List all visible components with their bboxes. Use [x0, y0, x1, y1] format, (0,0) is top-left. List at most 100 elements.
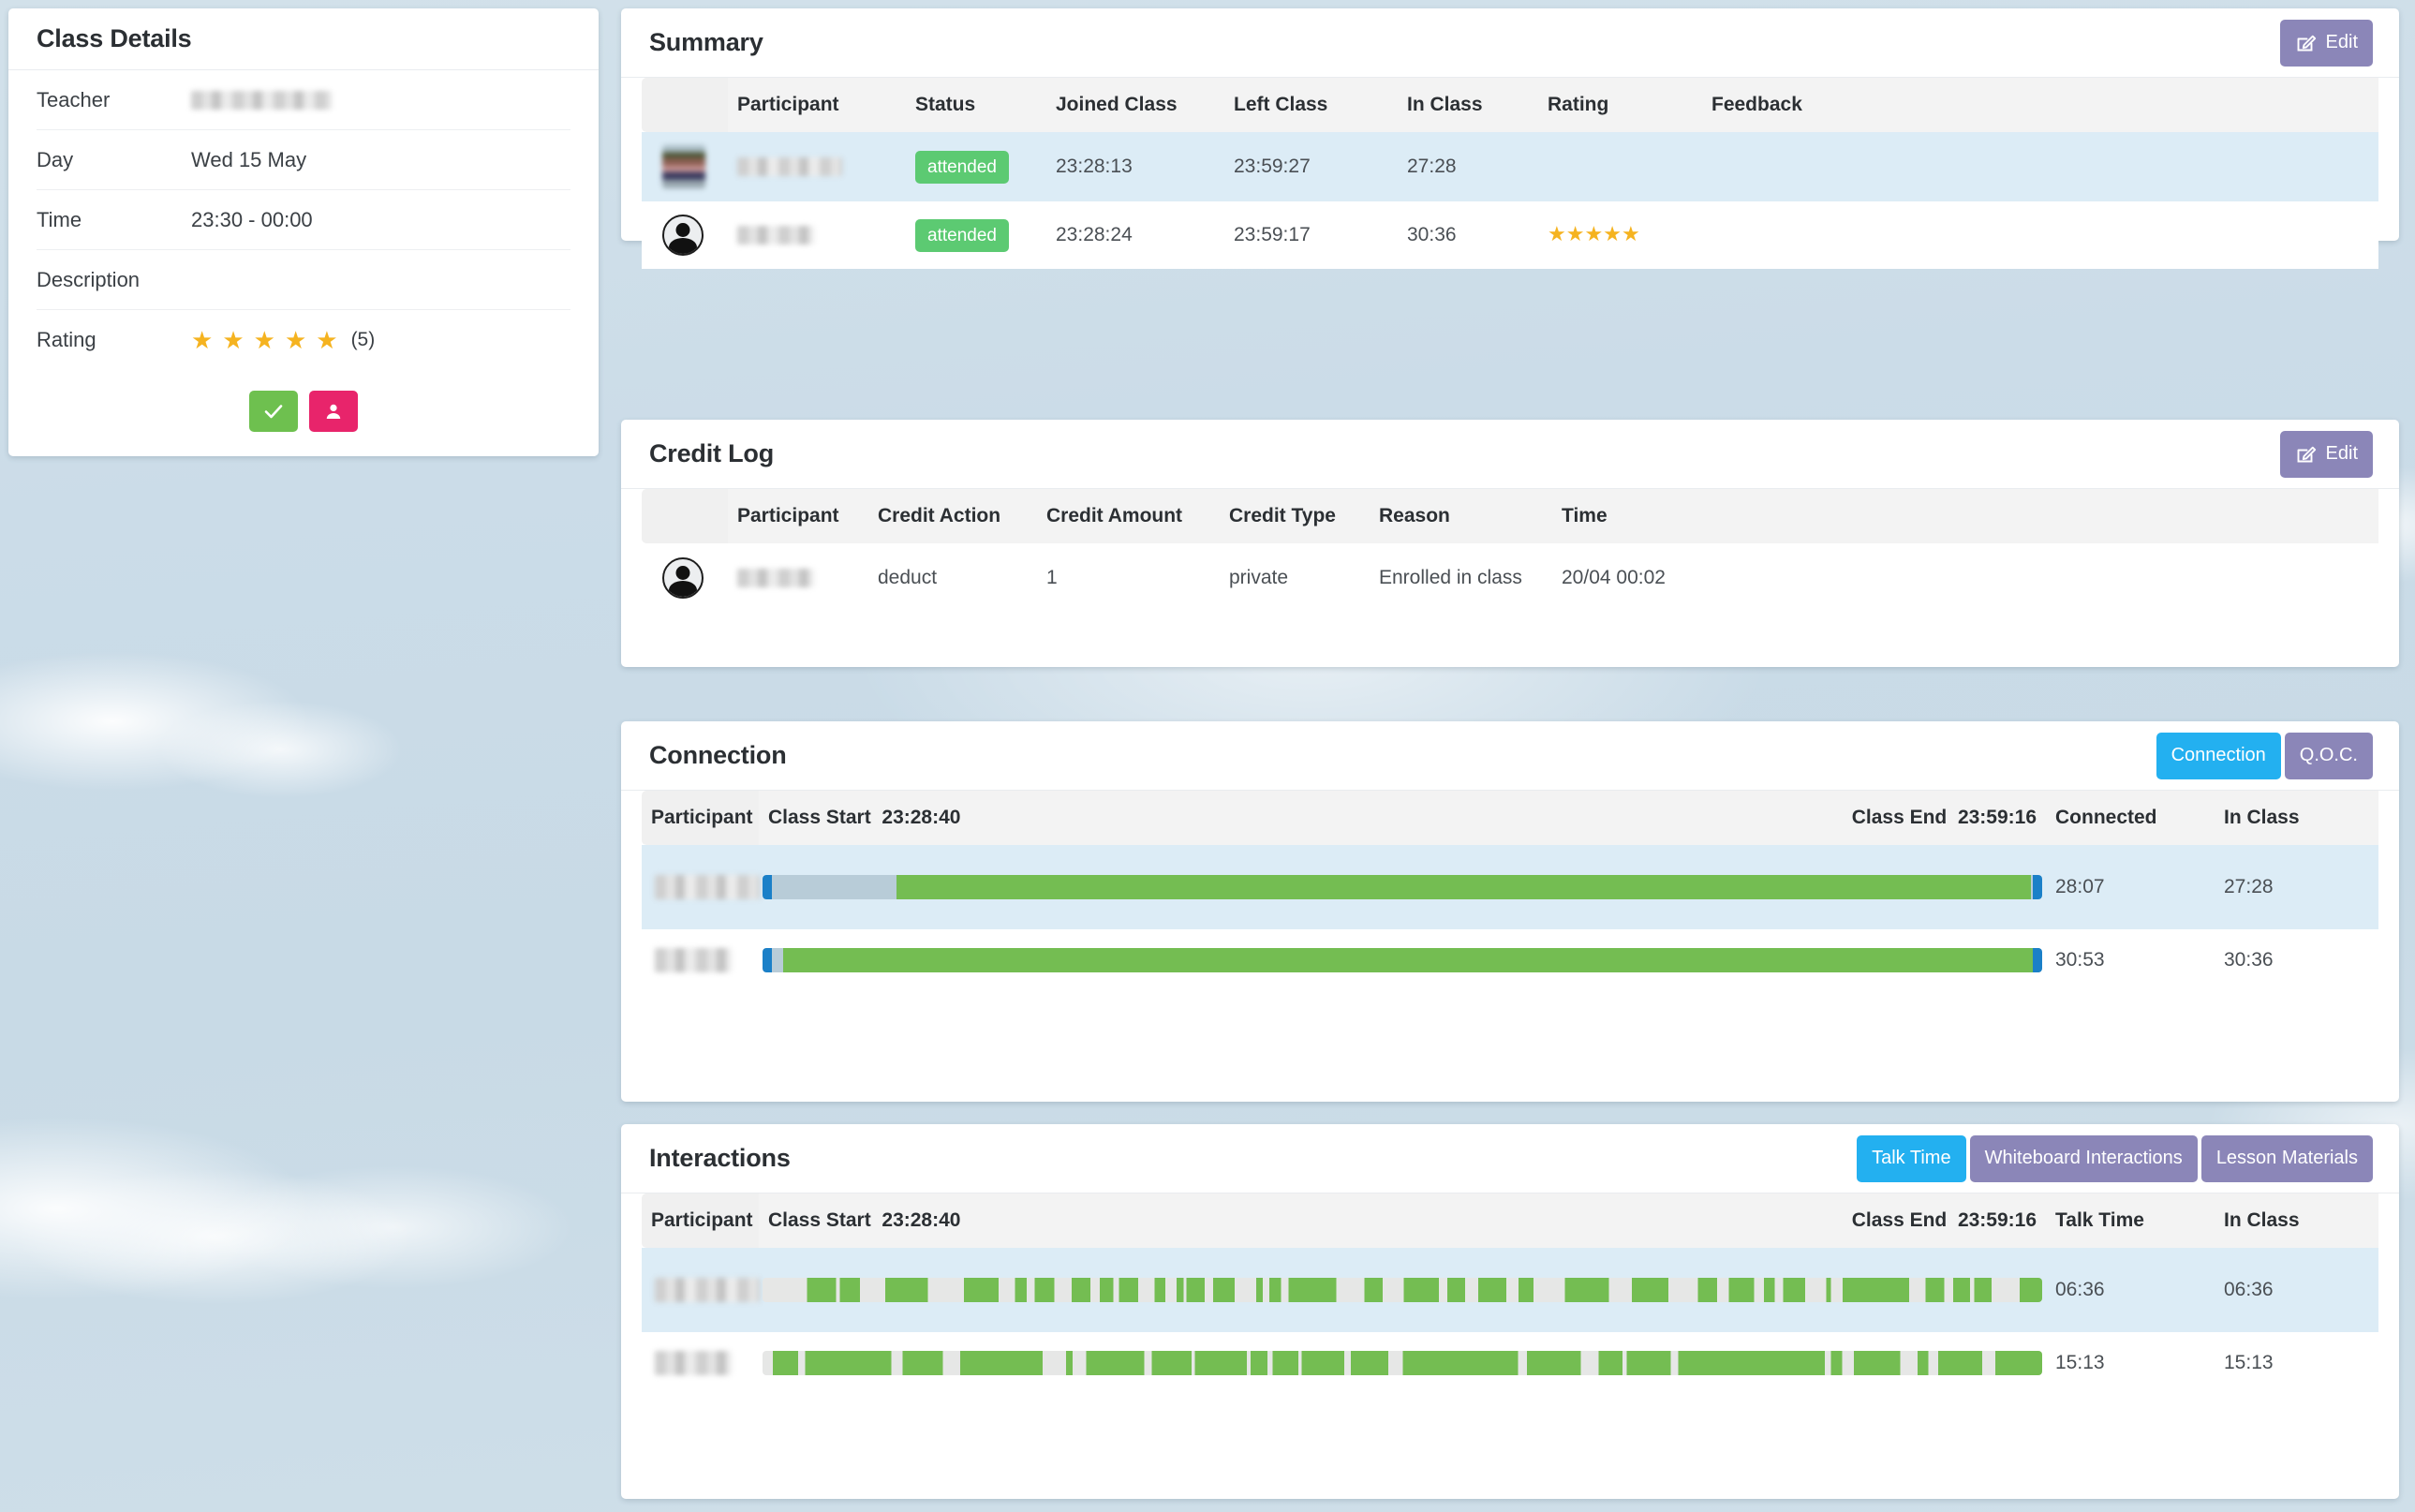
- star-icon: ★: [1548, 222, 1566, 245]
- connection-table: Participant Class Start 23:28:40 Class End…: [642, 791, 2378, 991]
- connection-end-marker: [2033, 875, 2042, 899]
- connection-cell-timeline: [759, 929, 2046, 991]
- interactions-tab-whiteboard-interactions[interactable]: Whiteboard Interactions: [1969, 1134, 2198, 1182]
- detail-label: Teacher: [37, 87, 111, 111]
- credit-cell-avatar: [642, 543, 728, 613]
- summary-edit-label: Edit: [2325, 32, 2358, 52]
- participant-name-blurred: [655, 1278, 760, 1302]
- summary-table-body: attended 23:28:13 23:59:27 27:28 attended 23:…: [642, 132, 2378, 269]
- summary-table-head: Participant Status Joined Class Left Class I…: [642, 78, 2378, 132]
- interactions-class-end-label: Class End: [1851, 1209, 1948, 1231]
- status-badge: attended: [915, 218, 1009, 252]
- table-row[interactable]: 28:07 27:28: [642, 845, 2378, 929]
- talk-time-bar: [763, 1351, 2042, 1375]
- interactions-cell-talktime: 06:36: [2046, 1248, 2215, 1332]
- interactions-table: Participant Class Start 23:28:40 Class End…: [642, 1193, 2378, 1394]
- pencil-square-icon: [2295, 443, 2318, 466]
- connection-col-participant: Participant: [642, 791, 759, 845]
- participant-profile-button[interactable]: [309, 391, 358, 432]
- detail-value: Wed 15 May: [191, 147, 307, 171]
- class-details-panel: Class Details Teacher Day Wed 15 May Time 23…: [8, 8, 599, 456]
- credit-log-panel: Credit Log Edit Participant Credit Action…: [621, 420, 2399, 667]
- connection-col-timeline: Class Start 23:28:40 Class End 23:59:16: [759, 791, 2046, 845]
- star-icon: ★: [1621, 222, 1640, 245]
- confirm-class-button[interactable]: [249, 391, 298, 432]
- credit-log-title: Credit Log: [649, 439, 774, 467]
- summary-cell-status: attended: [906, 132, 1046, 201]
- table-row[interactable]: 15:13 15:13: [642, 1332, 2378, 1394]
- summary-col-participant: Participant: [728, 78, 906, 132]
- star-icon: ★: [1584, 222, 1604, 245]
- star-icon: ★: [316, 326, 338, 354]
- interactions-cell-inclass: 06:36: [2215, 1248, 2378, 1332]
- credit-cell-time: 20/04 00:02: [1552, 543, 2378, 613]
- star-icon: ★: [284, 326, 307, 354]
- credit-log-table-body: deduct 1 private Enrolled in class 20/04 00:…: [642, 543, 2378, 613]
- connection-tab-q-o-c[interactable]: Q.O.C.: [2284, 732, 2373, 779]
- class-details-title: Class Details: [37, 24, 192, 52]
- table-row[interactable]: 30:53 30:36: [642, 929, 2378, 991]
- credit-cell-amount: 1: [1037, 543, 1220, 613]
- summary-cell-rating: ★ ★ ★ ★ ★: [1538, 201, 1702, 269]
- detail-value: ★ ★ ★ ★ ★ (5): [191, 328, 375, 352]
- talk-time-bar: [763, 1278, 2042, 1302]
- connection-col-connected: Connected: [2046, 791, 2215, 845]
- credit-log-edit-label: Edit: [2325, 443, 2358, 464]
- interactions-tab-lesson-materials[interactable]: Lesson Materials: [2200, 1134, 2373, 1182]
- interactions-table-body: 06:36 06:36 15:13 15:13: [642, 1248, 2378, 1394]
- credit-cell-type: private: [1220, 543, 1370, 613]
- interactions-table-head: Participant Class Start 23:28:40 Class End…: [642, 1193, 2378, 1248]
- summary-cell-inclass: 27:28: [1398, 132, 1538, 201]
- connection-cell-connected: 28:07: [2046, 845, 2215, 929]
- connection-class-start-time: 23:28:40: [882, 807, 961, 828]
- credit-log-col-time: Time: [1552, 489, 2378, 543]
- connection-cell-inclass: 27:28: [2215, 845, 2378, 929]
- class-details-actions: [8, 370, 599, 456]
- connection-class-start-label: Class Start: [768, 807, 871, 828]
- credit-log-col-participant: Participant: [728, 489, 868, 543]
- table-row[interactable]: attended 23:28:13 23:59:27 27:28: [642, 132, 2378, 201]
- summary-cell-status: attended: [906, 201, 1046, 269]
- interactions-table-wrap: Participant Class Start 23:28:40 Class End…: [621, 1193, 2399, 1394]
- avatar: [662, 145, 705, 188]
- credit-log-edit-button[interactable]: Edit: [2279, 430, 2373, 478]
- summary-cell-rating: [1538, 132, 1702, 201]
- connection-tab-group: Connection Q.O.C.: [2156, 732, 2373, 779]
- connection-start-marker: [763, 948, 772, 972]
- person-icon: [326, 404, 341, 419]
- connection-cell-participant: [642, 929, 759, 991]
- detail-value: 23:30 - 00:00: [191, 207, 313, 231]
- detail-row-time: Time 23:30 - 00:00: [37, 190, 570, 250]
- interactions-tab-talk-time[interactable]: Talk Time: [1857, 1134, 1966, 1182]
- connection-table-head: Participant Class Start 23:28:40 Class End…: [642, 791, 2378, 845]
- detail-row-description: Description: [37, 250, 570, 310]
- credit-cell-participant: [728, 543, 868, 613]
- interactions-header-row: Participant Class Start 23:28:40 Class End…: [642, 1193, 2378, 1248]
- connection-cell-timeline: [759, 845, 2046, 929]
- star-icon: ★: [1565, 222, 1585, 245]
- detail-row-teacher: Teacher: [37, 70, 570, 130]
- table-row[interactable]: attended 23:28:24 23:59:17 30:36 ★ ★ ★ ★ ★: [642, 201, 2378, 269]
- interactions-col-participant: Participant: [642, 1193, 759, 1248]
- summary-edit-button[interactable]: Edit: [2279, 19, 2373, 67]
- class-details-rows: Teacher Day Wed 15 May Time 23:30 - 00:00 Des…: [8, 70, 599, 370]
- summary-col-feedback: Feedback: [1702, 78, 2378, 132]
- summary-col-left-class: Left Class: [1224, 78, 1398, 132]
- summary-col-joined-class: Joined Class: [1046, 78, 1224, 132]
- connection-tab-connection[interactable]: Connection: [2156, 732, 2281, 779]
- avatar: [662, 215, 704, 256]
- detail-row-day: Day Wed 15 May: [37, 130, 570, 190]
- credit-log-table-wrap: Participant Credit Action Credit Amount Cre…: [621, 489, 2399, 613]
- connection-green-segment: [782, 948, 2040, 972]
- summary-table-wrap: Participant Status Joined Class Left Class I…: [621, 78, 2399, 269]
- summary-cell-participant: [728, 132, 906, 201]
- connection-start-marker: [763, 875, 772, 899]
- connection-panel: Connection Connection Q.O.C. Participant C…: [621, 721, 2399, 1102]
- interactions-class-start-label: Class Start: [768, 1209, 871, 1231]
- summary-col-in-class: In Class: [1398, 78, 1538, 132]
- star-icon: ★: [222, 326, 244, 354]
- summary-col-rating: Rating: [1538, 78, 1702, 132]
- table-row[interactable]: 06:36 06:36: [642, 1248, 2378, 1332]
- connection-bar: [763, 875, 2042, 899]
- table-row[interactable]: deduct 1 private Enrolled in class 20/04 00:…: [642, 543, 2378, 613]
